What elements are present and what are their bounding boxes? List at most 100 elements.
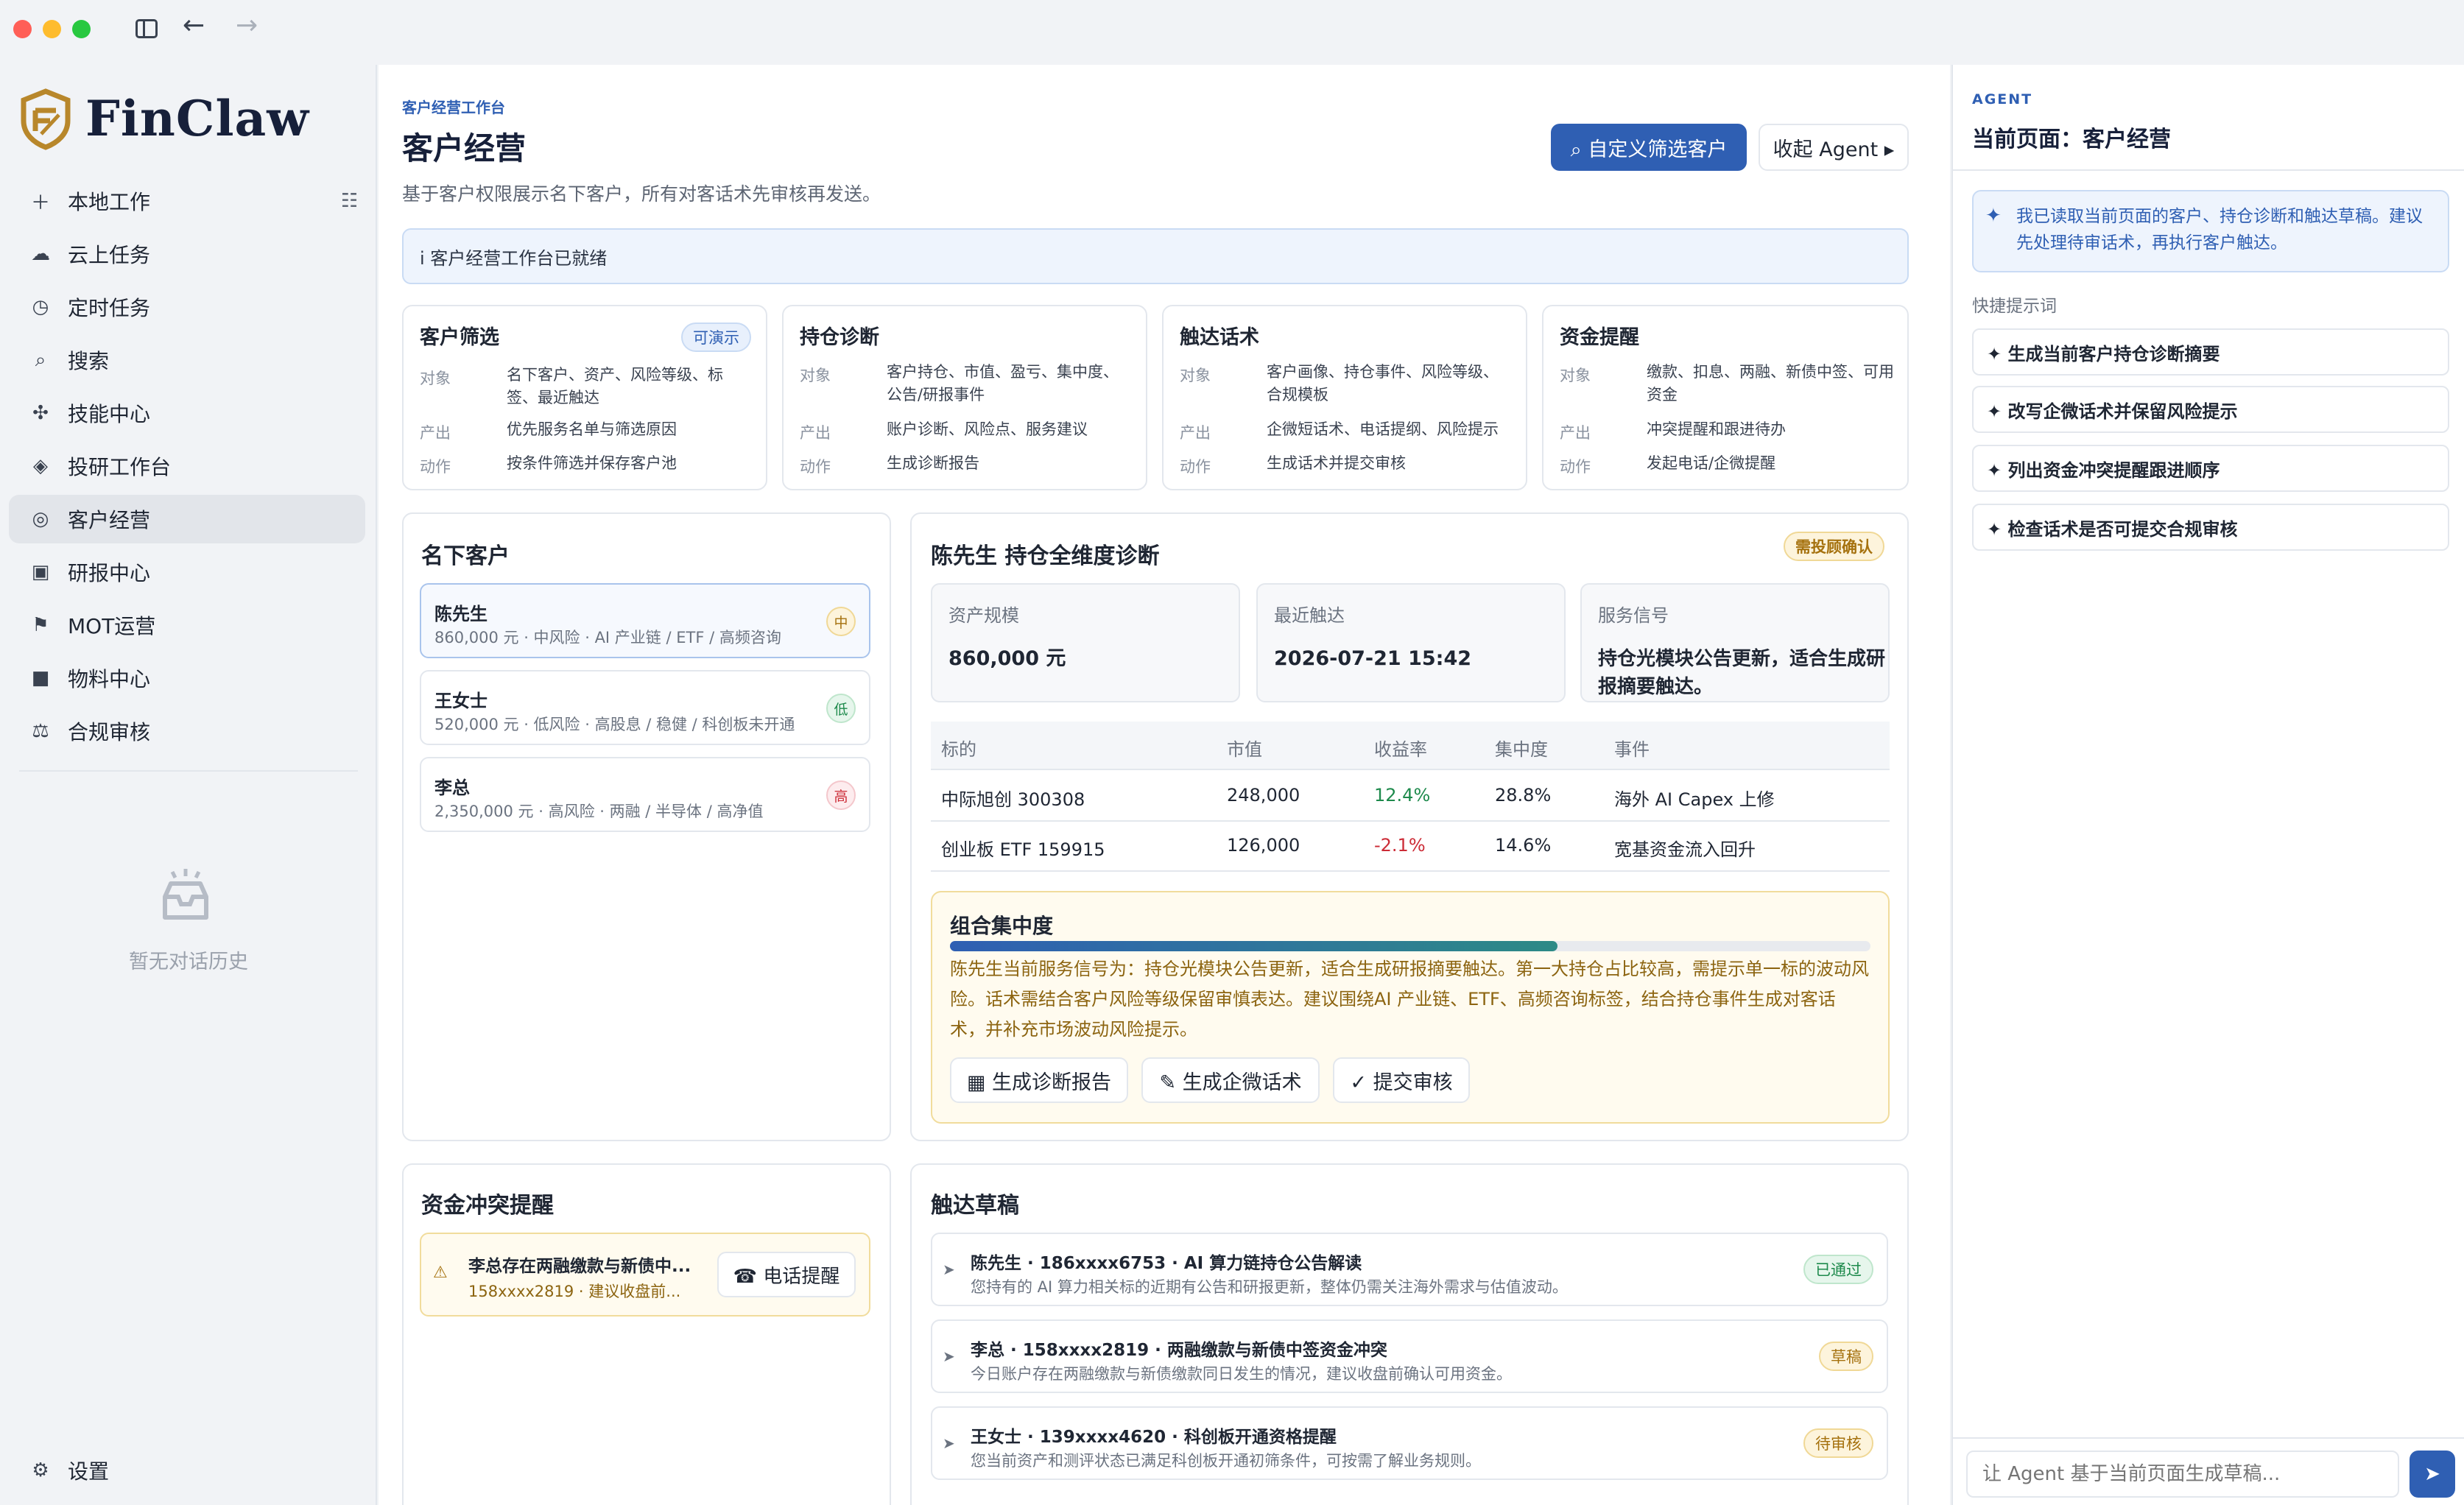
maximize-window-button[interactable] bbox=[72, 20, 91, 38]
column-header: 标的 bbox=[941, 739, 976, 760]
gear-icon: ⚙ bbox=[32, 1459, 49, 1481]
custom-filter-button[interactable]: ⌕ 自定义筛选客户 bbox=[1551, 124, 1747, 171]
list-icon[interactable]: ☷ bbox=[341, 190, 358, 212]
send-button[interactable]: ➤ bbox=[2410, 1451, 2455, 1498]
quick-prompt-item[interactable]: ✦ 列出资金冲突提醒跟进顺序 bbox=[1972, 445, 2449, 492]
puzzle-icon: ✣ bbox=[32, 402, 49, 424]
collapse-agent-button[interactable]: 收起 Agent ▸ bbox=[1759, 124, 1909, 171]
window-titlebar: ← → bbox=[0, 0, 2464, 65]
client-desc: 2,350,000 元 · 高风险 · 两融 / 半导体 / 高净值 bbox=[434, 803, 764, 820]
client-name: 李总 bbox=[434, 778, 470, 798]
close-window-button[interactable] bbox=[13, 20, 32, 38]
flag-icon: ⚑ bbox=[32, 614, 49, 636]
minimize-window-button[interactable] bbox=[43, 20, 61, 38]
status-badge: 已通过 bbox=[1803, 1255, 1873, 1284]
client-name: 陈先生 bbox=[434, 604, 487, 624]
nav-item-skills[interactable]: ✣ 技能中心 bbox=[9, 389, 365, 437]
row-label: 产出 bbox=[1180, 424, 1211, 442]
nav-item-research-workbench[interactable]: ◈ 投研工作台 bbox=[9, 442, 365, 490]
nav-item-cloud-tasks[interactable]: ☁ 云上任务 bbox=[9, 230, 365, 278]
quick-prompts-label: 快捷提示词 bbox=[1972, 297, 2057, 316]
holding-name: 中际旭创 300308 bbox=[941, 789, 1085, 810]
quick-prompt-item[interactable]: ✦ 改写企微话术并保留风险提示 bbox=[1972, 386, 2449, 433]
status-badge: 草稿 bbox=[1819, 1342, 1873, 1371]
capability-card-holding-diagnosis[interactable]: 持仓诊断 对象 客户持仓、市值、盈亏、集中度、公告/研报事件 产出 账户诊断、风… bbox=[782, 305, 1147, 490]
settings-button[interactable]: ⚙ 设置 bbox=[9, 1446, 365, 1495]
column-header: 集中度 bbox=[1495, 739, 1548, 760]
draft-item[interactable]: ➤ 陈先生 · 186xxxx6753 · AI 算力链持仓公告解读 您持有的 … bbox=[931, 1233, 1888, 1306]
row-label: 对象 bbox=[800, 367, 831, 384]
row-value: 发起电话/企微提醒 bbox=[1647, 454, 1776, 472]
holding-event: 海外 AI Capex 上修 bbox=[1614, 789, 1775, 810]
agent-divider bbox=[1953, 169, 2464, 171]
holding-name: 创业板 ETF 159915 bbox=[941, 839, 1105, 860]
demo-badge: 可演示 bbox=[681, 322, 751, 352]
card-title: 资金提醒 bbox=[1560, 326, 1639, 349]
sidebar-toggle-icon[interactable] bbox=[135, 19, 158, 38]
stat-service-signal: 服务信号 持仓光模块公告更新，适合生成研报摘要触达。 bbox=[1580, 583, 1890, 702]
diagnosis-title: 陈先生 持仓全维度诊断 bbox=[931, 543, 1160, 569]
generate-wechat-script-button[interactable]: ✎ 生成企微话术 bbox=[1141, 1057, 1320, 1103]
generate-report-button[interactable]: ▦ 生成诊断报告 bbox=[950, 1057, 1128, 1103]
nav-item-search[interactable]: ⌕ 搜索 bbox=[9, 336, 365, 384]
quick-prompt-item[interactable]: ✦ 检查话术是否可提交合规审核 bbox=[1972, 504, 2449, 551]
draft-item[interactable]: ➤ 王女士 · 139xxxx4620 · 科创板开通资格提醒 您当前资产和测评… bbox=[931, 1406, 1888, 1480]
nav-item-mot[interactable]: ⚑ MOT运营 bbox=[9, 601, 365, 649]
draft-item[interactable]: ➤ 李总 · 158xxxx2819 · 两融缴款与新债中签资金冲突 今日账户存… bbox=[931, 1319, 1888, 1393]
search-icon: ⌕ bbox=[35, 348, 46, 371]
nav-item-research-reports[interactable]: ▣ 研报中心 bbox=[9, 548, 365, 596]
capability-card-client-filter[interactable]: 客户筛选 可演示 对象 名下客户、资产、风险等级、标签、最近触达 产出 优先服务… bbox=[402, 305, 767, 490]
stat-label: 资产规模 bbox=[948, 605, 1019, 626]
client-item-chen[interactable]: 陈先生 860,000 元 · 中风险 · AI 产业链 / ETF / 高频咨… bbox=[420, 583, 870, 658]
row-label: 动作 bbox=[1560, 458, 1591, 476]
capability-card-outreach-script[interactable]: 触达话术 对象 客户画像、持仓事件、风险等级、合规模板 产出 企微短话术、电话提… bbox=[1162, 305, 1527, 490]
nav-label: 云上任务 bbox=[68, 243, 151, 267]
nav-label: 合规审核 bbox=[68, 720, 151, 744]
finclaw-logo-icon bbox=[19, 88, 72, 150]
breadcrumb[interactable]: 客户经营工作台 bbox=[402, 96, 505, 117]
nav-item-client-management[interactable]: ◎ 客户经营 bbox=[9, 495, 365, 543]
quick-prompt-item[interactable]: ✦ 生成当前客户持仓诊断摘要 bbox=[1972, 328, 2449, 376]
client-item-li[interactable]: 李总 2,350,000 元 · 高风险 · 两融 / 半导体 / 高净值 高 bbox=[420, 757, 870, 832]
inbox-icon bbox=[155, 867, 217, 923]
nav-item-materials[interactable]: ■ 物料中心 bbox=[9, 654, 365, 702]
nav-item-local-work[interactable]: ＋ 本地工作 ☷ bbox=[9, 177, 365, 225]
fund-conflict-desc: 158xxxx2819 · 建议收盘前... bbox=[468, 1283, 681, 1300]
stat-asset-size: 资产规模 860,000 元 bbox=[931, 583, 1240, 702]
holding-concentration: 28.8% bbox=[1495, 785, 1552, 806]
submit-review-button[interactable]: ✓ 提交审核 bbox=[1333, 1057, 1470, 1103]
row-value: 优先服务名单与筛选原因 bbox=[507, 420, 677, 438]
risk-level-badge: 高 bbox=[826, 780, 856, 810]
capability-card-fund-reminder[interactable]: 资金提醒 对象 缴款、扣息、两融、新债中签、可用资金 产出 冲突提醒和跟进待办 … bbox=[1542, 305, 1909, 490]
nav-item-compliance[interactable]: ⚖ 合规审核 bbox=[9, 707, 365, 755]
client-item-wang[interactable]: 王女士 520,000 元 · 低风险 · 高股息 / 稳健 / 科创板未开通 … bbox=[420, 670, 870, 745]
chevron-right-icon: ➤ bbox=[943, 1347, 955, 1365]
back-arrow-icon[interactable]: ← bbox=[183, 10, 205, 40]
scale-icon: ⚖ bbox=[32, 720, 49, 742]
draft-desc: 您当前资产和测评状态已满足科创板开通初筛条件，可按需了解业务规则。 bbox=[971, 1452, 1481, 1470]
diamond-icon: ◈ bbox=[33, 455, 48, 477]
nav-item-scheduled-tasks[interactable]: ◷ 定时任务 bbox=[9, 283, 365, 331]
stat-label: 服务信号 bbox=[1598, 605, 1669, 626]
row-value: 企微短话术、电话提纲、风险提示 bbox=[1267, 420, 1499, 438]
phone-reminder-button[interactable]: ☎ 电话提醒 bbox=[717, 1252, 856, 1297]
nav-label: 物料中心 bbox=[68, 667, 151, 691]
agent-message-text: 我已读取当前页面的客户、持仓诊断和触达草稿。建议先处理待审话术，再执行客户触达。 bbox=[2016, 207, 2423, 253]
draft-desc: 您持有的 AI 算力相关标的近期有公告和研报更新，整体仍需关注海外需求与估值波动… bbox=[971, 1278, 1568, 1296]
agent-input[interactable] bbox=[1966, 1451, 2399, 1498]
holding-value: 126,000 bbox=[1227, 835, 1300, 856]
stat-value: 2026-07-21 15:42 bbox=[1274, 647, 1472, 670]
sparkle-icon: ✦ bbox=[1985, 205, 2002, 227]
row-label: 对象 bbox=[420, 370, 451, 387]
row-value: 客户持仓、市值、盈亏、集中度、公告/研报事件 bbox=[887, 363, 1119, 403]
page-title: 客户经营 bbox=[402, 130, 527, 166]
row-value: 账户诊断、风险点、服务建议 bbox=[887, 420, 1088, 438]
agent-message: ✦ 我已读取当前页面的客户、持仓诊断和触达草稿。建议先处理待审话术，再执行客户触… bbox=[1972, 190, 2449, 272]
nav-label: 定时任务 bbox=[68, 296, 151, 320]
box-icon: ■ bbox=[31, 667, 50, 689]
fund-conflict-item[interactable]: ⚠ 李总存在两融缴款与新债中... 158xxxx2819 · 建议收盘前...… bbox=[420, 1233, 870, 1317]
forward-arrow-icon[interactable]: → bbox=[236, 10, 258, 40]
nav-label: 客户经营 bbox=[68, 508, 151, 532]
row-value: 生成话术并提交审核 bbox=[1267, 454, 1406, 472]
stat-value: 860,000 元 bbox=[948, 647, 1066, 670]
